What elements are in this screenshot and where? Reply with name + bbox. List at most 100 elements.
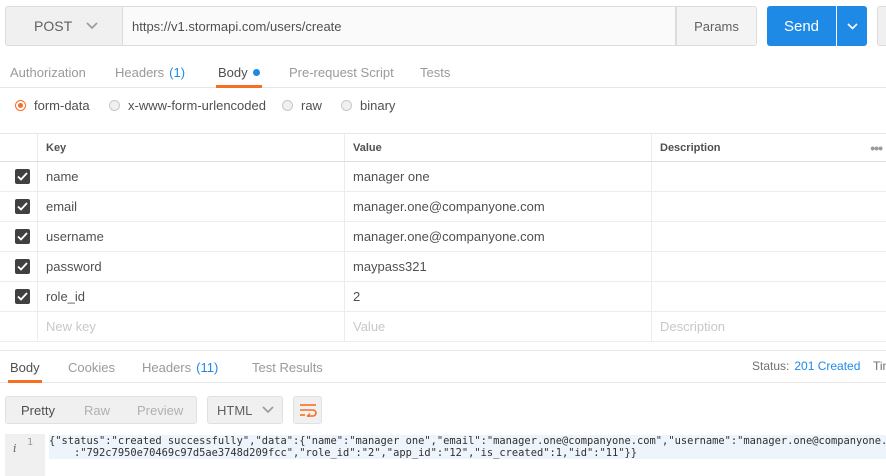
tab-count: (1) [169, 64, 186, 80]
view-pretty-button[interactable]: Pretty [21, 397, 55, 423]
row-checkbox[interactable] [0, 282, 37, 311]
tab-pre-request-script[interactable]: Pre-request Script [289, 56, 394, 88]
tab-count: (11) [196, 359, 219, 375]
tab-body[interactable]: Body [216, 56, 262, 88]
format-select[interactable]: HTML [207, 396, 283, 424]
form-data-table: Key Value Description ••• name manager o… [0, 133, 886, 342]
radio-binary[interactable]: binary [341, 98, 395, 113]
radio-label: x-www-form-urlencoded [128, 98, 266, 113]
method-label: POST [34, 18, 73, 34]
checkmark-icon [15, 199, 30, 214]
radio-label: binary [360, 98, 396, 113]
modified-dot-icon [252, 68, 260, 76]
table-row: role_id 2 [0, 282, 886, 312]
value-cell[interactable]: 2 [344, 282, 651, 311]
more-options-icon[interactable]: ••• [870, 141, 883, 155]
header-key: Key [37, 134, 344, 161]
line-number: 1 [27, 437, 34, 448]
response-toolbar: Pretty Raw Preview HTML [0, 393, 886, 427]
key-cell[interactable]: role_id [37, 282, 344, 311]
view-raw-button[interactable]: Raw [84, 397, 110, 423]
code-line-wrapped: :"792c7950e70469c97d5ae3748d209fcc","rol… [49, 447, 638, 459]
wrap-lines-button[interactable] [293, 396, 322, 424]
description-cell[interactable] [651, 252, 886, 281]
response-tab-headers[interactable]: Headers (11) [142, 351, 218, 383]
radio-x-www-form-urlencoded[interactable]: x-www-form-urlencoded [109, 98, 266, 113]
params-button[interactable]: Params [676, 6, 757, 46]
response-status: Status: 201 Created [752, 351, 860, 381]
header-value: Value [344, 134, 651, 161]
description-cell[interactable] [651, 222, 886, 251]
new-row-checkbox-col [0, 312, 37, 341]
new-row: New key Value Description [0, 312, 886, 342]
table-row: name manager one [0, 162, 886, 192]
status-value: 201 Created [794, 359, 861, 373]
header-description-label: Description [660, 141, 721, 154]
new-value-input[interactable]: Value [344, 312, 651, 341]
table-row: email manager.one@companyone.com [0, 192, 886, 222]
value-cell[interactable]: maypass321 [344, 252, 651, 281]
tab-tests[interactable]: Tests [420, 56, 450, 88]
method-select[interactable]: POST [5, 6, 123, 46]
radio-label: raw [301, 98, 322, 113]
checkmark-icon [15, 229, 30, 244]
description-cell[interactable] [651, 192, 886, 221]
request-bar: POST https://v1.stormapi.com/users/creat… [0, 0, 886, 54]
new-description-input[interactable]: Description [651, 312, 886, 341]
table-row: username manager.one@companyone.com [0, 222, 886, 252]
value-cell[interactable]: manager.one@companyone.com [344, 192, 651, 221]
chevron-down-icon [86, 22, 98, 30]
wrap-lines-icon [299, 404, 317, 417]
row-checkbox[interactable] [0, 162, 37, 191]
format-label: HTML [217, 402, 253, 418]
radio-raw[interactable]: raw [282, 98, 322, 113]
key-cell[interactable]: name [37, 162, 344, 191]
chevron-down-icon [846, 22, 858, 30]
radio-icon [282, 100, 293, 111]
radio-form-data[interactable]: form-data [15, 98, 90, 113]
tab-label: Pre-request Script [289, 64, 394, 80]
checkmark-icon [15, 289, 30, 304]
url-input[interactable]: https://v1.stormapi.com/users/create [123, 6, 676, 46]
url-text: https://v1.stormapi.com/users/create [132, 18, 342, 34]
tab-label: Body [218, 64, 248, 80]
table-header: Key Value Description ••• [0, 133, 886, 162]
chevron-down-icon [262, 406, 274, 414]
send-options-button[interactable] [837, 6, 867, 46]
response-tab-body[interactable]: Body [8, 351, 42, 383]
radio-label: form-data [34, 98, 90, 113]
row-checkbox[interactable] [0, 192, 37, 221]
response-body-editor[interactable]: i 1 {"status":"created successfully","da… [5, 434, 886, 476]
body-type-options: form-data x-www-form-urlencoded raw bina… [0, 88, 886, 128]
value-cell[interactable]: manager one [344, 162, 651, 191]
radio-selected-icon [15, 100, 26, 111]
row-checkbox[interactable] [0, 222, 37, 251]
code-line: {"status":"created successfully","data":… [49, 435, 886, 447]
info-icon: i [13, 442, 17, 455]
description-cell[interactable] [651, 282, 886, 311]
tab-authorization[interactable]: Authorization [10, 56, 86, 88]
tab-label: Body [10, 359, 40, 375]
row-checkbox[interactable] [0, 252, 37, 281]
tab-label: Tests [420, 64, 451, 80]
header-description: Description ••• [651, 134, 886, 161]
new-key-input[interactable]: New key [37, 312, 344, 341]
tab-headers[interactable]: Headers (1) [115, 56, 185, 88]
view-mode-switch: Pretty Raw Preview [5, 396, 197, 424]
tab-label: Test Results [252, 359, 323, 375]
key-cell[interactable]: username [37, 222, 344, 251]
response-body-text: {"status":"created successfully","data":… [49, 435, 886, 459]
table-row: password maypass321 [0, 252, 886, 282]
key-cell[interactable]: email [37, 192, 344, 221]
tab-label: Headers [142, 359, 192, 375]
tab-label: Headers [115, 64, 165, 80]
response-tab-test-results[interactable]: Test Results [252, 351, 323, 383]
value-cell[interactable]: manager.one@companyone.com [344, 222, 651, 251]
response-tab-cookies[interactable]: Cookies [68, 351, 115, 383]
save-button[interactable] [877, 6, 886, 46]
view-preview-button[interactable]: Preview [137, 397, 183, 423]
send-button[interactable]: Send [767, 6, 836, 46]
description-cell[interactable] [651, 162, 886, 191]
key-cell[interactable]: password [37, 252, 344, 281]
tab-label: Cookies [68, 359, 115, 375]
